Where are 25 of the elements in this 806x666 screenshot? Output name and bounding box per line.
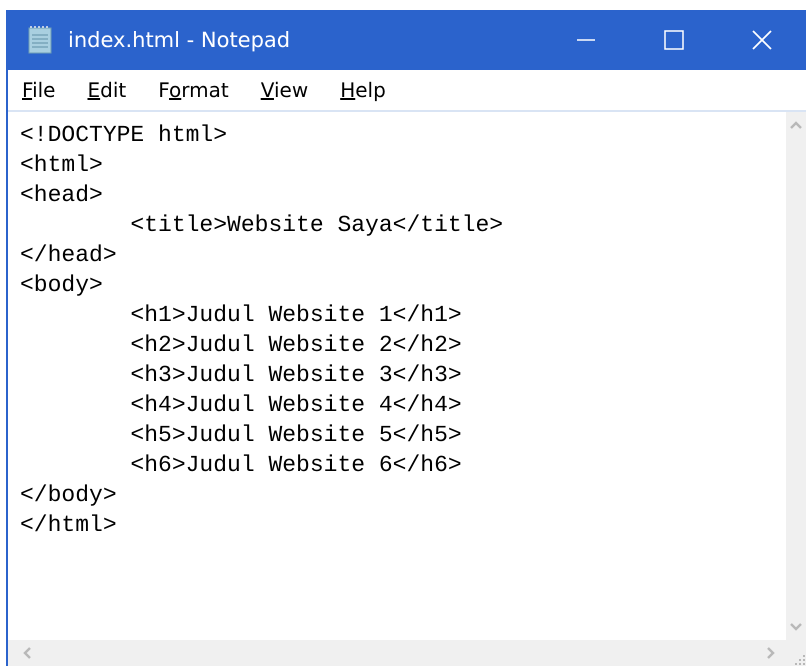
code-line: <h6>Judul Website 6</h6> xyxy=(129,451,463,480)
code-line: </head> xyxy=(20,241,118,270)
code-line: <h3>Judul Website 3</h3> xyxy=(129,361,463,390)
code-line: <!DOCTYPE html> xyxy=(20,121,228,150)
code-line: <head> xyxy=(20,181,104,210)
code-line: </body> xyxy=(20,481,118,510)
horizontal-scrollbar[interactable] xyxy=(8,640,786,666)
code-line: </html> xyxy=(20,511,118,540)
code-line: <html> xyxy=(20,151,104,180)
vertical-scrollbar[interactable] xyxy=(786,112,806,640)
code-line: <h4>Judul Website 4</h4> xyxy=(129,391,463,420)
maximize-icon xyxy=(663,29,685,51)
code-line: <title>Website Saya</title> xyxy=(129,211,504,240)
menu-item[interactable]: File xyxy=(14,74,64,106)
menu-item[interactable]: Edit xyxy=(79,74,134,106)
window-title: index.html - Notepad xyxy=(68,28,292,52)
code-line: <body> xyxy=(20,271,104,300)
menu-item[interactable]: Help xyxy=(332,74,394,106)
minimize-icon xyxy=(577,39,595,41)
menu-item[interactable]: View xyxy=(252,74,316,106)
code-line: <h2>Judul Website 2</h2> xyxy=(129,331,463,360)
code-line: <h5>Judul Website 5</h5> xyxy=(129,421,463,450)
menu-item[interactable]: Format xyxy=(150,74,237,106)
close-icon xyxy=(751,29,773,51)
code-line: <h1>Judul Website 1</h1> xyxy=(129,301,463,330)
